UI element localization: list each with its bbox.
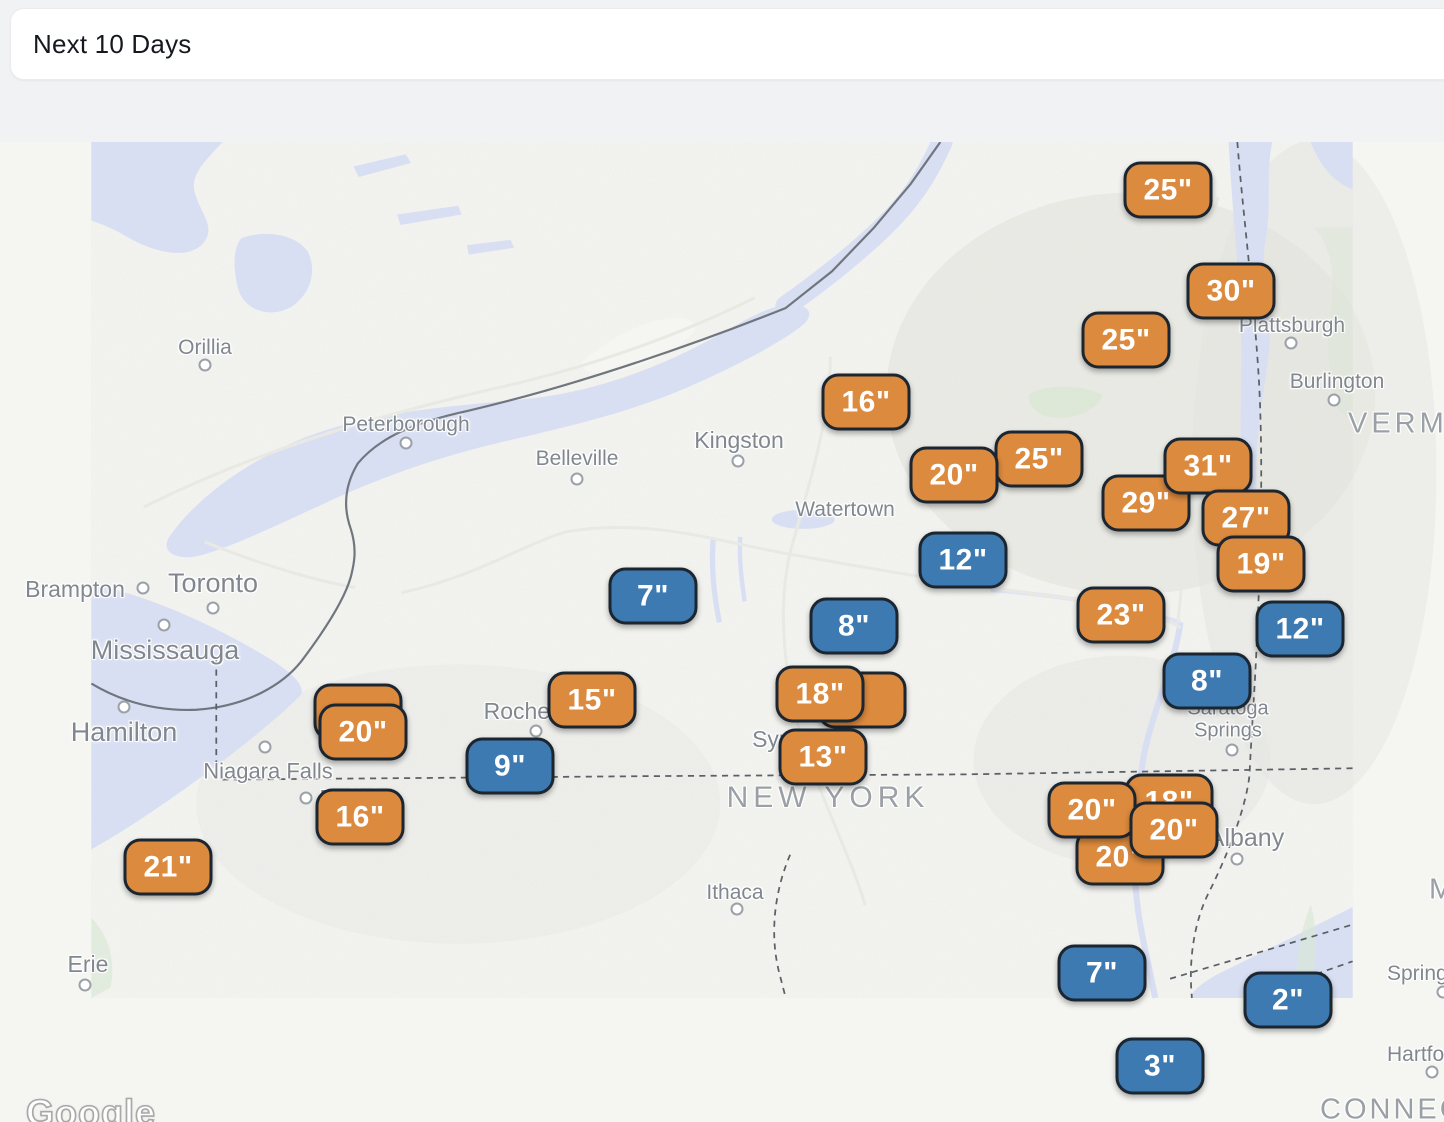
snow-amount-badge[interactable]: 19" — [1217, 536, 1306, 593]
snow-amount-badge[interactable]: 21" — [124, 839, 213, 896]
google-attribution-logo[interactable]: Google — [26, 1092, 156, 1122]
snow-amount-badge[interactable]: 20" — [319, 704, 408, 761]
snow-amount-badge[interactable]: 15" — [548, 672, 637, 729]
snow-amount-badge[interactable]: 8" — [1163, 653, 1252, 710]
timeframe-label: Next 10 Days — [11, 29, 191, 60]
snow-amount-badge[interactable]: 18" — [776, 666, 865, 723]
snow-amount-badge[interactable]: 7" — [609, 568, 698, 625]
snow-amount-badge[interactable]: 23" — [1077, 587, 1166, 644]
snow-amount-badge[interactable]: 25" — [995, 431, 1084, 488]
snow-amount-badge[interactable]: 9" — [466, 738, 555, 795]
snow-amount-badge[interactable]: 7" — [1058, 945, 1147, 1002]
snow-amount-badge[interactable]: 30" — [1187, 263, 1276, 320]
snow-amount-badge[interactable]: 12" — [1256, 601, 1345, 658]
snow-badges-layer: 25"30"25"16"25"20"29"31"27"19"12"7"8"12"… — [0, 0, 1444, 1122]
snow-amount-badge[interactable]: 8" — [810, 598, 899, 655]
snow-amount-badge[interactable]: 20" — [1130, 802, 1219, 859]
snow-amount-badge[interactable]: 16" — [316, 789, 405, 846]
snow-amount-badge[interactable]: 20" — [910, 447, 999, 504]
weather-map-app: { "header": { "title": "Next 10 Days" },… — [0, 0, 1444, 1122]
timeframe-selector[interactable]: Next 10 Days — [10, 8, 1444, 80]
snow-amount-badge[interactable]: 20" — [1048, 782, 1137, 839]
snow-amount-badge[interactable]: 2" — [1244, 972, 1333, 1029]
snow-amount-badge[interactable]: 13" — [779, 729, 868, 786]
snow-amount-badge[interactable]: 16" — [822, 374, 911, 431]
snow-amount-badge[interactable]: 25" — [1124, 162, 1213, 219]
snow-amount-badge[interactable]: 31" — [1164, 438, 1253, 495]
snow-amount-badge[interactable]: 3" — [1116, 1038, 1205, 1095]
snow-amount-badge[interactable]: 12" — [919, 532, 1008, 589]
snow-amount-badge[interactable]: 25" — [1082, 312, 1171, 369]
